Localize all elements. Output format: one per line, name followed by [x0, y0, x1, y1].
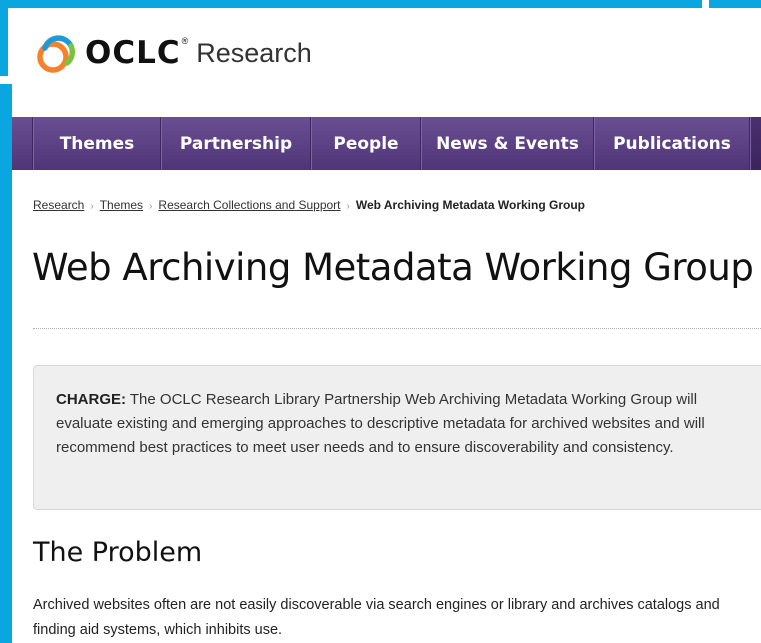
charge-label: CHARGE:: [56, 391, 126, 408]
title-divider: [33, 328, 761, 329]
oclc-research-logo[interactable]: OCLC ® Research: [33, 26, 312, 80]
screenshot-frame-left-lower: [0, 84, 12, 643]
screenshot-frame-left: [0, 0, 8, 76]
nav-item-partnership[interactable]: Partnership: [161, 117, 311, 170]
logo-registered-mark: ®: [181, 36, 189, 46]
nav-item-themes[interactable]: Themes: [33, 117, 161, 170]
logo-wordmark: OCLC: [85, 35, 181, 71]
screenshot-frame-gap: [702, 0, 709, 8]
breadcrumb-link-research-collections[interactable]: Research Collections and Support: [158, 198, 340, 212]
nav-left-cap: [12, 117, 33, 170]
nav-right-cap: [750, 117, 761, 170]
breadcrumb: Research › Themes › Research Collections and…: [33, 198, 585, 212]
oclc-swirl-icon: [37, 35, 76, 73]
nav-item-people[interactable]: People: [311, 117, 421, 170]
problem-body: Archived websites often are not easily d…: [33, 597, 720, 638]
main-nav: Themes Partnership People News & Events …: [12, 117, 761, 170]
nav-item-news-events[interactable]: News & Events: [421, 117, 594, 170]
screenshot-frame-top: [0, 0, 761, 8]
breadcrumb-link-research[interactable]: Research: [33, 198, 84, 212]
breadcrumb-link-themes[interactable]: Themes: [100, 198, 143, 212]
logo-subtitle: Research: [196, 37, 312, 68]
charge-box: CHARGE: The OCLC Research Library Partne…: [33, 365, 761, 510]
breadcrumb-separator: ›: [346, 201, 350, 212]
breadcrumb-separator: ›: [90, 201, 94, 212]
charge-text: The OCLC Research Library Partnership We…: [56, 391, 705, 456]
problem-heading: The Problem: [33, 537, 203, 568]
breadcrumb-current: Web Archiving Metadata Working Group: [355, 198, 585, 212]
page-title: Web Archiving Metadata Working Group: [32, 246, 754, 289]
nav-item-publications[interactable]: Publications: [594, 117, 750, 170]
breadcrumb-separator: ›: [149, 201, 153, 212]
screenshot-frame-notch: [0, 76, 12, 84]
